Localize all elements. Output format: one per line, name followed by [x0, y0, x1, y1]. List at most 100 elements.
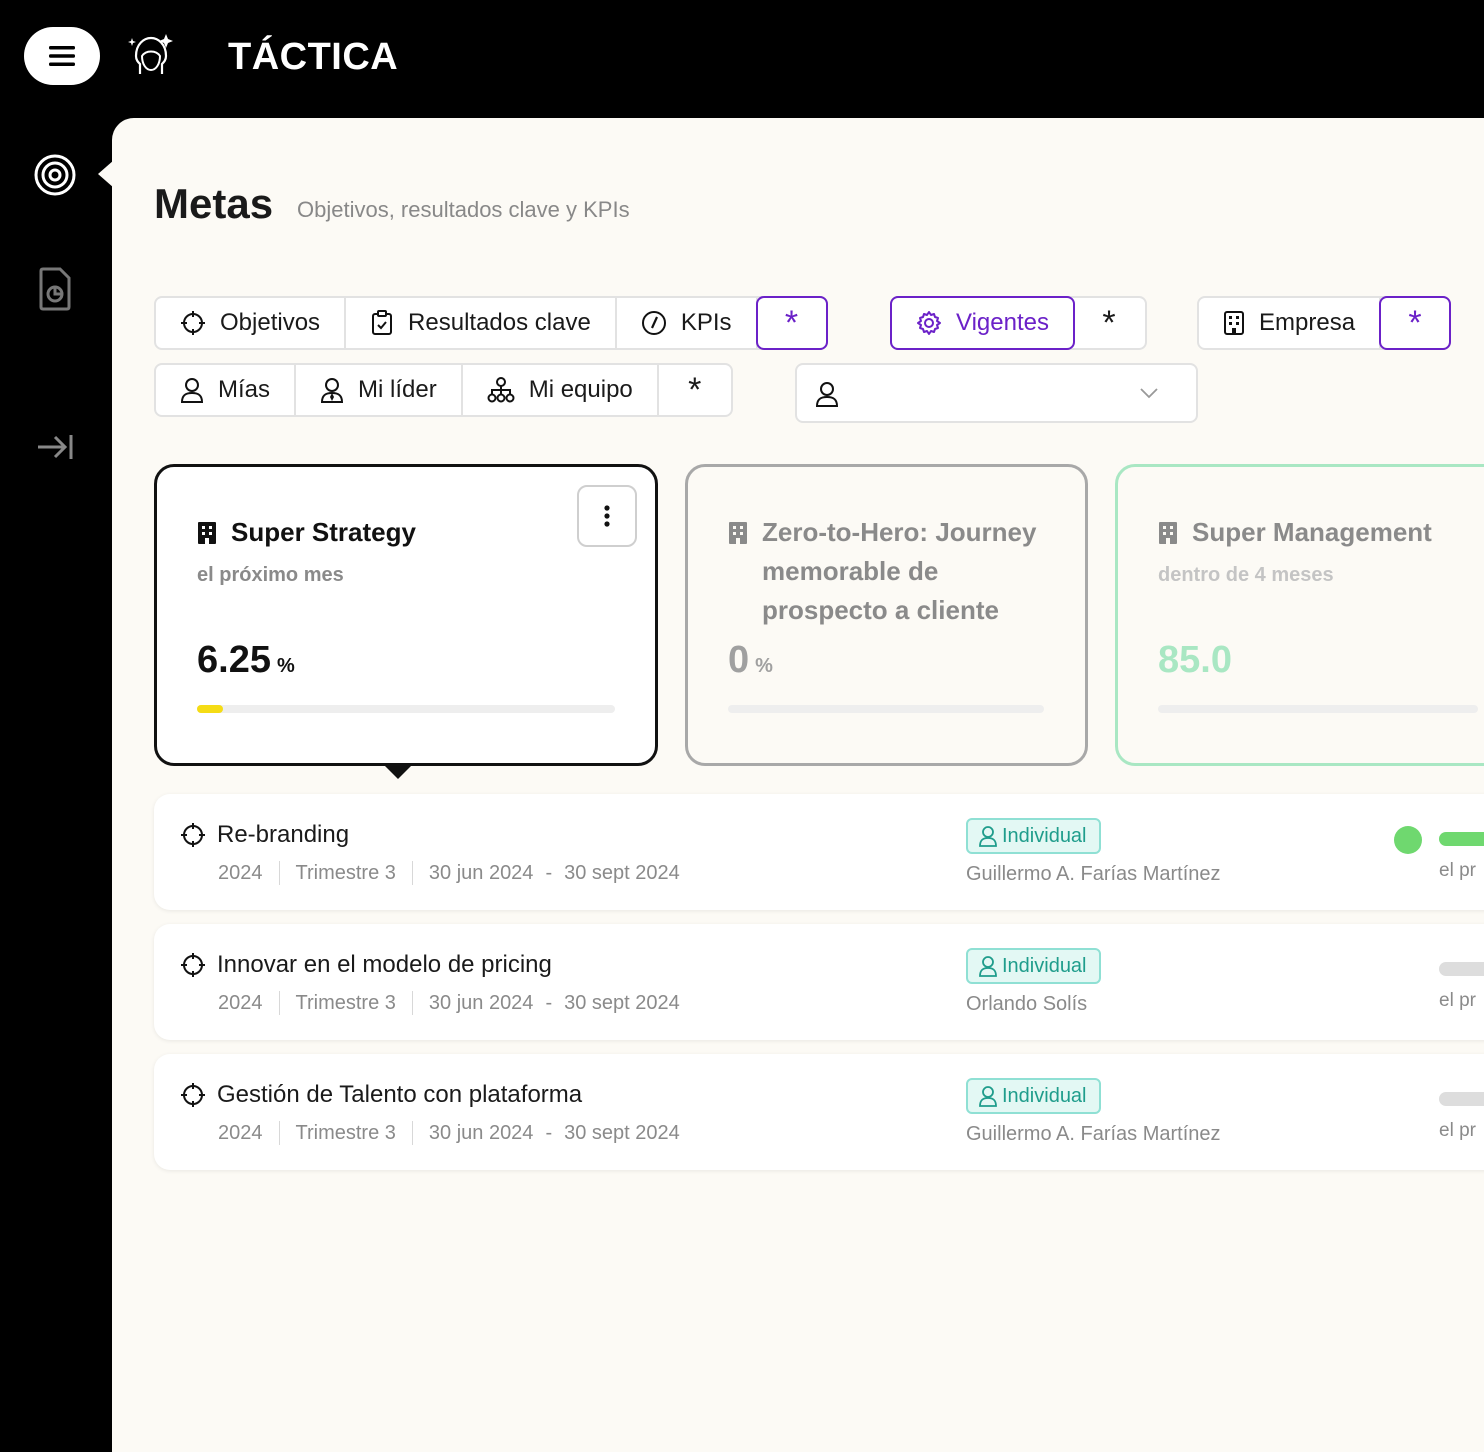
objective-row[interactable]: Re-branding 2024 Trimestre 3 30 jun 2024… — [154, 794, 1484, 910]
user-icon — [180, 378, 204, 403]
gauge-icon — [641, 311, 666, 335]
objective-meta: 2024 Trimestre 3 30 jun 2024- 30 sept 20… — [218, 861, 680, 885]
objective-owner: Orlando Solís — [966, 993, 1088, 1015]
page-title: Metas — [154, 180, 274, 227]
filter-company[interactable]: Empresa — [1199, 298, 1382, 348]
goal-value-wrap: 85.0 — [1158, 639, 1238, 682]
individual-badge: Individual — [966, 818, 1101, 854]
objective-end: 30 sept 2024 — [564, 861, 680, 884]
objective-owner: Guillermo A. Farías Martínez — [966, 863, 1221, 885]
objective-period: Trimestre 3 — [295, 1121, 396, 1144]
scope-filter: Empresa * — [1197, 296, 1452, 350]
sidebar-item-goals[interactable] — [30, 150, 80, 200]
type-filter: Objetivos Resultados clave KPIs * — [154, 296, 828, 350]
goal-value: 0 — [728, 639, 750, 681]
filter-ownership-all[interactable]: * — [659, 365, 731, 415]
individual-badge: Individual — [966, 948, 1101, 984]
document-chart-icon — [39, 267, 71, 311]
team-hierarchy-icon — [487, 377, 515, 403]
filter-my-leader[interactable]: Mi líder — [296, 365, 463, 415]
ownership-filter: Mías Mi líder Mi equipo * — [154, 363, 733, 417]
filter-my-team[interactable]: Mi equipo — [463, 365, 659, 415]
active-indicator — [98, 160, 114, 188]
selection-pointer — [384, 765, 412, 779]
status-dot — [1394, 826, 1422, 854]
filter-company-label: Empresa — [1259, 309, 1356, 336]
goal-value-wrap: 0% — [728, 639, 773, 682]
menu-button[interactable] — [24, 27, 100, 85]
goal-card[interactable]: Super Management dentro de 4 meses 85.0 — [1115, 464, 1484, 766]
filter-mine-label: Mías — [218, 376, 271, 403]
goal-name: Super Strategy — [231, 517, 416, 547]
logo-icon — [128, 34, 173, 74]
objective-year: 2024 — [218, 1121, 263, 1144]
goal-value-wrap: 6.25% — [197, 639, 295, 682]
building-icon — [1159, 522, 1177, 544]
goal-value: 85.0 — [1158, 639, 1232, 681]
goal-progress-bar — [1158, 705, 1478, 713]
gear-icon — [917, 311, 941, 335]
filter-mine[interactable]: Mías — [156, 365, 297, 415]
objective-row[interactable]: Innovar en el modelo de pricing 2024 Tri… — [154, 924, 1484, 1040]
objective-year: 2024 — [218, 991, 263, 1014]
top-bar: TÁCTICA — [0, 0, 1484, 118]
filter-current[interactable]: Vigentes — [890, 296, 1075, 350]
objective-start: 30 jun 2024 — [428, 991, 534, 1014]
leader-icon — [321, 378, 344, 403]
all-label: * — [688, 370, 702, 409]
goal-progress-bar — [728, 705, 1044, 713]
goal-due: dentro de 4 meses — [1158, 564, 1334, 586]
goal-progress-bar — [197, 705, 615, 713]
goal-card-selected[interactable]: Super Strategy el próximo mes 6.25% — [154, 464, 658, 766]
filter-type-all[interactable]: * — [755, 296, 828, 350]
objective-period: Trimestre 3 — [295, 861, 396, 884]
crosshair-icon — [181, 953, 205, 977]
crosshair-icon — [181, 1083, 205, 1107]
goal-card[interactable]: Zero-to-Hero: Journey memorable de prosp… — [685, 464, 1088, 766]
crosshair-icon — [181, 823, 205, 847]
goal-due: el próximo mes — [197, 564, 344, 586]
person-select[interactable] — [795, 363, 1198, 423]
filter-scope-all[interactable]: * — [1379, 296, 1452, 350]
objective-start: 30 jun 2024 — [428, 861, 534, 884]
objective-meta: 2024 Trimestre 3 30 jun 2024- 30 sept 20… — [218, 1121, 680, 1145]
filter-kpis[interactable]: KPIs — [617, 298, 758, 348]
all-label: * — [1102, 303, 1116, 342]
building-icon — [198, 522, 216, 544]
sidebar-expand-button[interactable] — [30, 422, 80, 472]
objective-title: Innovar en el modelo de pricing — [217, 951, 552, 978]
objective-due: el pr — [1439, 860, 1476, 881]
user-icon — [979, 1086, 997, 1107]
main-content: Metas Objetivos, resultados clave y KPIs… — [112, 118, 1484, 1452]
kebab-icon — [604, 505, 610, 527]
objective-progress-bar — [1439, 962, 1484, 976]
hamburger-icon — [49, 46, 75, 66]
filter-current-label: Vigentes — [956, 309, 1049, 336]
building-icon — [1224, 311, 1244, 335]
objective-title: Re-branding — [217, 821, 350, 848]
filter-key-results[interactable]: Resultados clave — [346, 298, 617, 348]
filter-objectives[interactable]: Objetivos — [156, 298, 347, 348]
all-label: * — [784, 303, 799, 342]
objective-title: Gestión de Talento con plataforma — [217, 1081, 583, 1108]
goal-unit: % — [755, 655, 773, 677]
objective-due: el pr — [1439, 990, 1476, 1011]
goal-name: Zero-to-Hero: Journey memorable de prosp… — [762, 517, 1037, 625]
user-icon — [979, 826, 997, 847]
objective-period: Trimestre 3 — [295, 991, 396, 1014]
filter-status-all[interactable]: * — [1073, 298, 1145, 348]
objective-progress-bar — [1439, 1092, 1484, 1106]
status-filter: Vigentes * — [890, 296, 1147, 350]
more-options-button[interactable] — [577, 485, 637, 547]
sidebar-item-reports[interactable] — [30, 264, 80, 314]
objective-end: 30 sept 2024 — [564, 991, 680, 1014]
individual-badge: Individual — [966, 1078, 1101, 1114]
goal-name: Super Management — [1192, 517, 1432, 547]
expand-arrow-icon — [38, 435, 73, 459]
goal-value: 6.25 — [197, 639, 271, 681]
objective-row[interactable]: Gestión de Talento con plataforma 2024 T… — [154, 1054, 1484, 1170]
filter-my-leader-label: Mi líder — [358, 376, 437, 403]
chevron-down-icon — [1140, 388, 1158, 399]
clipboard-check-icon — [372, 310, 393, 335]
filter-my-team-label: Mi equipo — [528, 376, 633, 403]
